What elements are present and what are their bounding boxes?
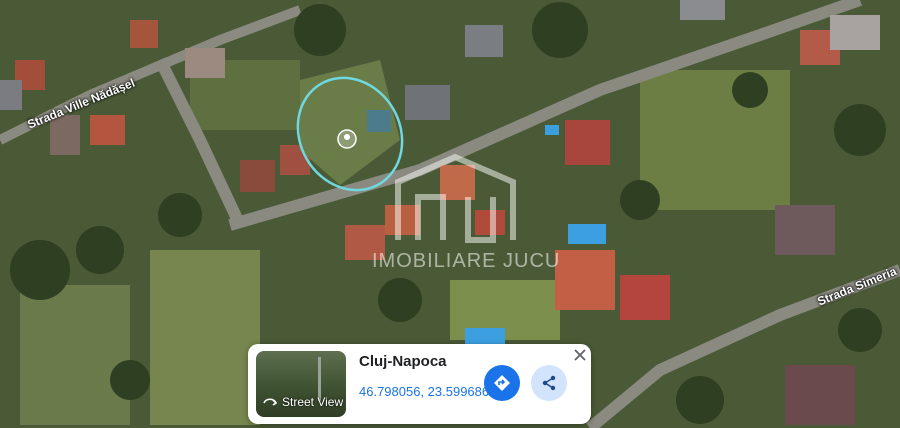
directions-icon	[494, 375, 510, 391]
close-icon	[574, 349, 586, 361]
close-button[interactable]	[572, 347, 588, 363]
street-view-thumbnail[interactable]: Street View	[256, 351, 346, 417]
street-view-icon	[263, 398, 278, 406]
street-view-label: Street View	[282, 395, 344, 409]
pin-icon[interactable]	[337, 129, 357, 149]
pool	[545, 125, 559, 135]
pool	[568, 224, 606, 244]
coordinates[interactable]: 46.798056, 23.599686	[359, 384, 489, 399]
share-icon	[542, 375, 556, 391]
share-button[interactable]	[531, 365, 567, 401]
pool	[465, 328, 505, 344]
field	[20, 285, 130, 425]
watermark-text: IMOBILIARE JUCU	[372, 250, 561, 272]
directions-button[interactable]	[484, 365, 520, 401]
watermark-logo	[395, 153, 516, 243]
place-card: Street View Cluj-Napoca 46.798056, 23.59…	[248, 344, 591, 424]
city-name: Cluj-Napoca	[359, 353, 447, 370]
field	[150, 250, 260, 425]
street-view-link[interactable]: Street View	[262, 395, 343, 409]
